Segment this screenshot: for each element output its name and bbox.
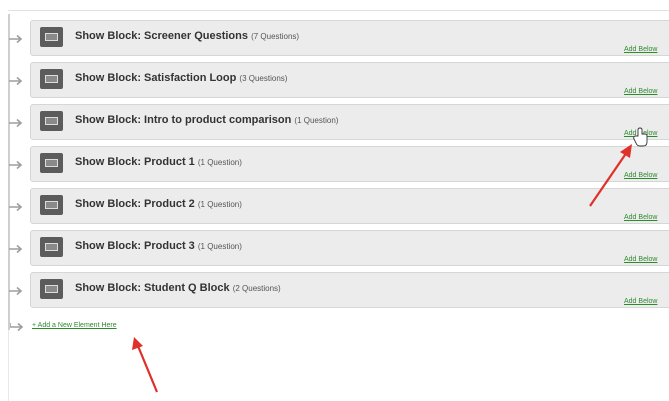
add-below-link[interactable]: Add Below	[624, 214, 657, 221]
block-icon	[40, 27, 63, 47]
block-icon	[40, 195, 63, 215]
add-new-element-link[interactable]: + Add a New Element Here	[32, 322, 117, 329]
add-below-link[interactable]: Add Below	[624, 130, 657, 137]
block-title: Show Block: Product 3 (1 Question)	[75, 240, 242, 252]
connector-arrow-icon	[10, 322, 24, 332]
block-label: Show Block: Satisfaction Loop	[75, 72, 237, 84]
block-question-count: (7 Questions)	[251, 32, 300, 41]
flow-block-student-q-block[interactable]: Show Block: Student Q Block (2 Questions…	[9, 272, 669, 308]
block-question-count: (3 Questions)	[239, 74, 288, 83]
block-question-count: (1 Question)	[197, 242, 242, 251]
block-icon	[40, 111, 63, 131]
block-icon	[40, 237, 63, 257]
connector-arrow-icon	[9, 244, 23, 254]
add-below-link[interactable]: Add Below	[624, 46, 657, 53]
block-title: Show Block: Product 2 (1 Question)	[75, 198, 242, 210]
connector-arrow-icon	[9, 286, 23, 296]
block-title: Show Block: Screener Questions (7 Questi…	[75, 30, 299, 42]
block-question-count: (1 Question)	[197, 200, 242, 209]
flow-block-product-3[interactable]: Show Block: Product 3 (1 Question) Add B…	[9, 230, 669, 266]
block-question-count: (2 Questions)	[232, 284, 281, 293]
block-title: Show Block: Product 1 (1 Question)	[75, 156, 242, 168]
block-question-count: (1 Question)	[294, 116, 339, 125]
add-below-link[interactable]: Add Below	[624, 88, 657, 95]
block-label: Show Block: Product 2	[75, 198, 195, 210]
connector-arrow-icon	[9, 34, 23, 44]
block-question-count: (1 Question)	[197, 158, 242, 167]
block-icon	[40, 153, 63, 173]
connector-arrow-icon	[9, 76, 23, 86]
flow-tree-line	[8, 14, 10, 330]
flow-block-satisfaction-loop[interactable]: Show Block: Satisfaction Loop (3 Questio…	[9, 62, 669, 98]
add-below-link[interactable]: Add Below	[624, 298, 657, 305]
block-label: Show Block: Student Q Block	[75, 282, 230, 294]
block-label: Show Block: Product 3	[75, 240, 195, 252]
block-title: Show Block: Satisfaction Loop (3 Questio…	[75, 72, 287, 84]
connector-arrow-icon	[9, 160, 23, 170]
block-label: Show Block: Intro to product comparison	[75, 114, 292, 126]
flow-block-product-1[interactable]: Show Block: Product 1 (1 Question) Add B…	[9, 146, 669, 182]
add-below-link[interactable]: Add Below	[624, 256, 657, 263]
top-divider	[8, 10, 669, 11]
flow-block-product-2[interactable]: Show Block: Product 2 (1 Question) Add B…	[9, 188, 669, 224]
block-icon	[40, 69, 63, 89]
block-title: Show Block: Student Q Block (2 Questions…	[75, 282, 281, 294]
flow-block-intro-product-comparison[interactable]: Show Block: Intro to product comparison …	[9, 104, 669, 140]
connector-arrow-icon	[9, 202, 23, 212]
add-below-link[interactable]: Add Below	[624, 172, 657, 179]
block-label: Show Block: Screener Questions	[75, 30, 248, 42]
flow-block-screener-questions[interactable]: Show Block: Screener Questions (7 Questi…	[9, 20, 669, 56]
connector-arrow-icon	[9, 118, 23, 128]
left-divider	[8, 330, 9, 401]
block-title: Show Block: Intro to product comparison …	[75, 114, 338, 126]
block-label: Show Block: Product 1	[75, 156, 195, 168]
block-icon	[40, 279, 63, 299]
annotation-arrow-icon	[132, 337, 159, 393]
survey-flow-page: Show Block: Screener Questions (7 Questi…	[0, 0, 669, 401]
